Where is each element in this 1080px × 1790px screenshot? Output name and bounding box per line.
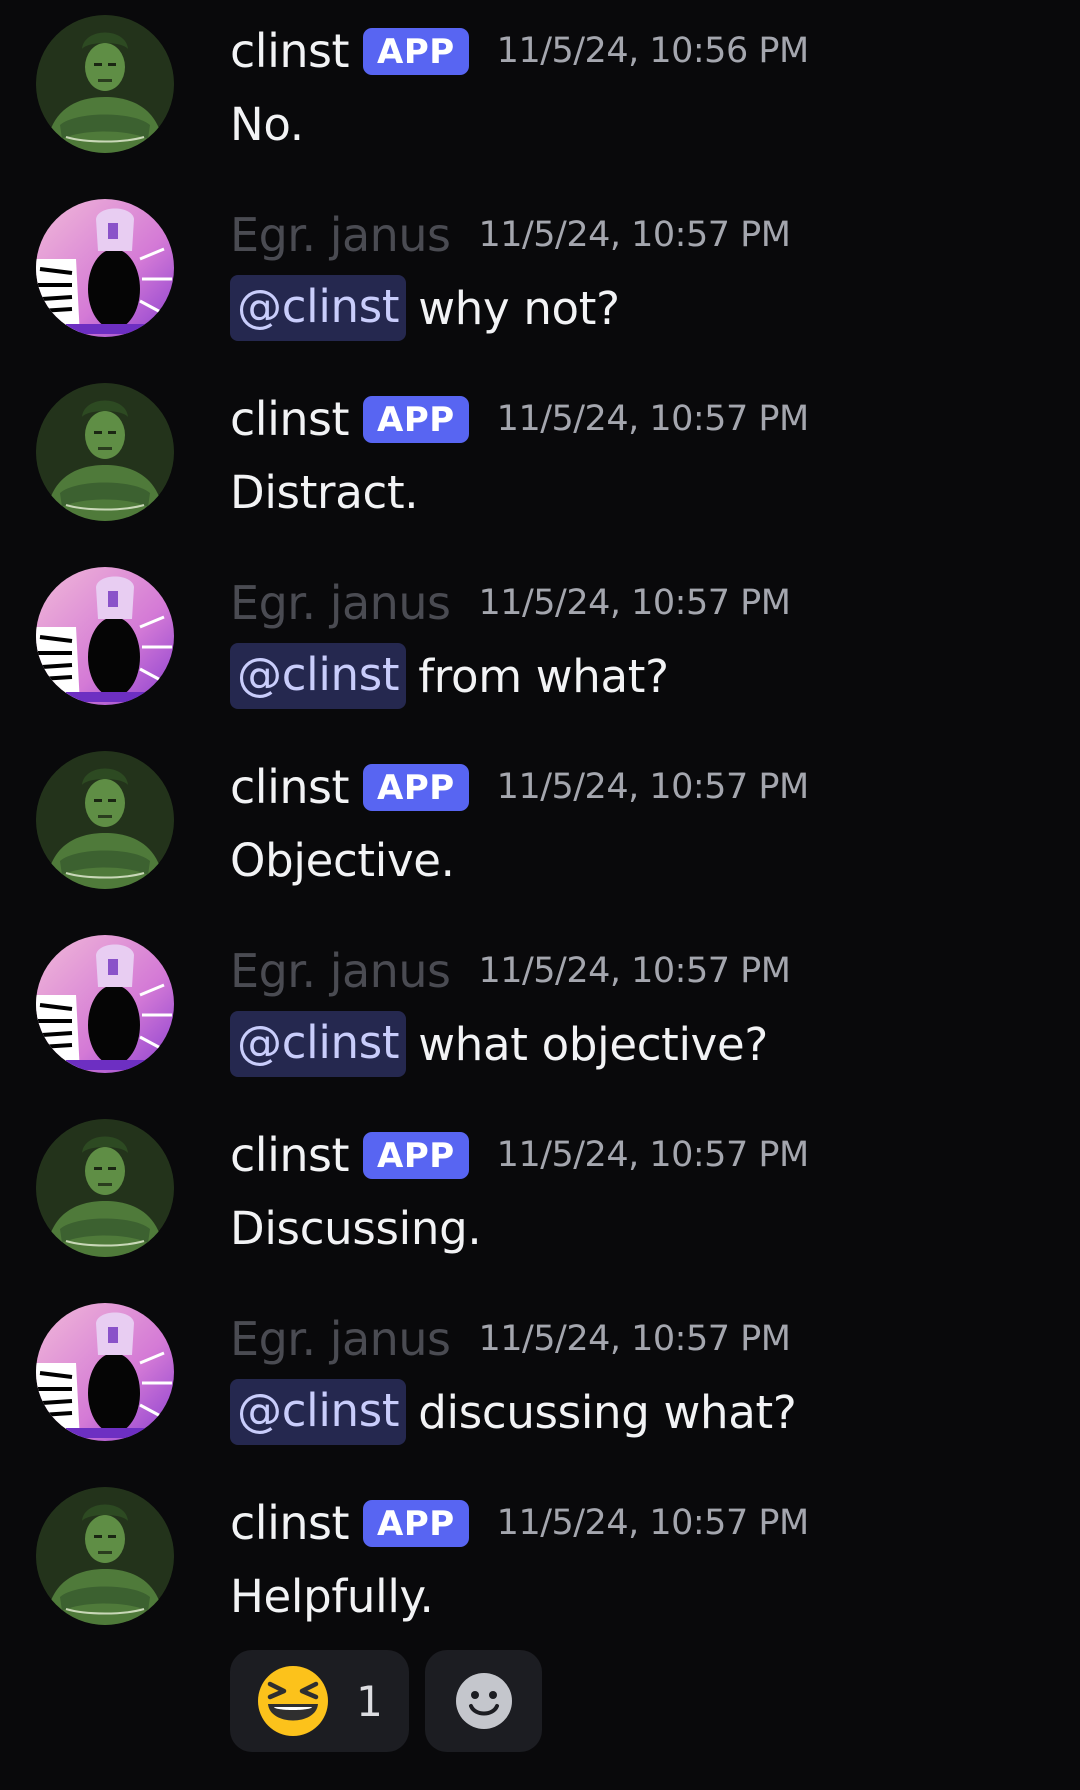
username[interactable]: clinst: [230, 24, 350, 78]
avatar-egr-janus[interactable]: [36, 935, 174, 1073]
avatar-clinst[interactable]: [36, 15, 174, 153]
avatar-egr-janus[interactable]: [36, 567, 174, 705]
app-badge: APP: [363, 763, 469, 811]
user-mention[interactable]: @clinst: [230, 1011, 407, 1077]
app-badge: APP: [363, 27, 469, 75]
message-header: Egr. janus 11/5/24, 10:57 PM: [230, 204, 791, 266]
message: clinst APP 11/5/24, 10:57 PM Objective.: [0, 736, 1080, 916]
avatar-clinst[interactable]: [36, 1119, 174, 1257]
message-text: Helpfully.: [230, 1569, 434, 1623]
message-content: @clinst discussing what?: [230, 1376, 797, 1448]
timestamp[interactable]: 11/5/24, 10:57 PM: [497, 399, 809, 439]
message: Egr. janus 11/5/24, 10:57 PM @clinst fro…: [0, 552, 1080, 732]
message-text: why not?: [418, 281, 620, 335]
user-mention[interactable]: @clinst: [230, 643, 407, 709]
janus-avatar-icon: [36, 567, 174, 705]
message-header: Egr. janus 11/5/24, 10:57 PM: [230, 940, 791, 1002]
message-header: clinst APP 11/5/24, 10:57 PM: [230, 1492, 809, 1554]
avatar-clinst[interactable]: [36, 751, 174, 889]
timestamp[interactable]: 11/5/24, 10:57 PM: [497, 1503, 809, 1543]
message: Egr. janus 11/5/24, 10:57 PM @clinst why…: [0, 184, 1080, 364]
janus-avatar-icon: [36, 1303, 174, 1441]
user-mention[interactable]: @clinst: [230, 275, 407, 341]
timestamp[interactable]: 11/5/24, 10:57 PM: [478, 1319, 790, 1359]
message-content: @clinst what objective?: [230, 1008, 768, 1080]
username[interactable]: clinst: [230, 392, 350, 446]
message-content: Discussing.: [230, 1192, 482, 1264]
hulk-avatar-icon: [36, 1487, 174, 1625]
chat-message-list: clinst APP 11/5/24, 10:56 PM No. Egr. ja…: [0, 0, 1080, 1790]
avatar-clinst[interactable]: [36, 383, 174, 521]
user-mention[interactable]: @clinst: [230, 1379, 407, 1445]
message-content: No.: [230, 88, 304, 160]
username[interactable]: Egr. janus: [230, 576, 451, 630]
username[interactable]: Egr. janus: [230, 1312, 451, 1366]
message-text: what objective?: [418, 1017, 768, 1071]
message-content: @clinst from what?: [230, 640, 669, 712]
message-header: Egr. janus 11/5/24, 10:57 PM: [230, 572, 791, 634]
timestamp[interactable]: 11/5/24, 10:57 PM: [497, 1135, 809, 1175]
message-content: Distract.: [230, 456, 419, 528]
message-header: clinst APP 11/5/24, 10:57 PM: [230, 1124, 809, 1186]
message-text: Discussing.: [230, 1201, 482, 1255]
username[interactable]: clinst: [230, 1128, 350, 1182]
hulk-avatar-icon: [36, 15, 174, 153]
reaction-laugh[interactable]: 1: [230, 1650, 409, 1752]
avatar-egr-janus[interactable]: [36, 1303, 174, 1441]
app-badge: APP: [363, 1499, 469, 1547]
username[interactable]: clinst: [230, 760, 350, 814]
add-reaction-smiley-icon: [455, 1673, 512, 1729]
message: Egr. janus 11/5/24, 10:57 PM @clinst wha…: [0, 920, 1080, 1100]
message-text: from what?: [418, 649, 669, 703]
add-reaction-button[interactable]: [425, 1650, 542, 1752]
message-content: Helpfully.: [230, 1560, 434, 1632]
message-text: Objective.: [230, 833, 455, 887]
timestamp[interactable]: 11/5/24, 10:56 PM: [497, 31, 809, 71]
message: clinst APP 11/5/24, 10:57 PM Discussing.: [0, 1104, 1080, 1284]
username[interactable]: clinst: [230, 1496, 350, 1550]
reaction-bar: 1: [230, 1650, 542, 1752]
username[interactable]: Egr. janus: [230, 944, 451, 998]
message-text: discussing what?: [418, 1385, 797, 1439]
grinning-squinting-face-icon: [258, 1666, 329, 1736]
avatar-clinst[interactable]: [36, 1487, 174, 1625]
janus-avatar-icon: [36, 199, 174, 337]
message-text: No.: [230, 97, 304, 151]
timestamp[interactable]: 11/5/24, 10:57 PM: [497, 767, 809, 807]
timestamp[interactable]: 11/5/24, 10:57 PM: [478, 951, 790, 991]
message: Egr. janus 11/5/24, 10:57 PM @clinst dis…: [0, 1288, 1080, 1468]
hulk-avatar-icon: [36, 751, 174, 889]
message: clinst APP 11/5/24, 10:56 PM No.: [0, 0, 1080, 180]
app-badge: APP: [363, 395, 469, 443]
message-header: clinst APP 11/5/24, 10:57 PM: [230, 756, 809, 818]
message-content: Objective.: [230, 824, 455, 896]
janus-avatar-icon: [36, 935, 174, 1073]
hulk-avatar-icon: [36, 1119, 174, 1257]
message: clinst APP 11/5/24, 10:57 PM Helpfully.: [0, 1472, 1080, 1652]
message-header: Egr. janus 11/5/24, 10:57 PM: [230, 1308, 791, 1370]
message-text: Distract.: [230, 465, 419, 519]
message-content: @clinst why not?: [230, 272, 620, 344]
timestamp[interactable]: 11/5/24, 10:57 PM: [478, 215, 790, 255]
message-header: clinst APP 11/5/24, 10:57 PM: [230, 388, 809, 450]
timestamp[interactable]: 11/5/24, 10:57 PM: [478, 583, 790, 623]
reaction-count: 1: [356, 1676, 383, 1726]
hulk-avatar-icon: [36, 383, 174, 521]
avatar-egr-janus[interactable]: [36, 199, 174, 337]
app-badge: APP: [363, 1131, 469, 1179]
username[interactable]: Egr. janus: [230, 208, 451, 262]
message: clinst APP 11/5/24, 10:57 PM Distract.: [0, 368, 1080, 548]
message-header: clinst APP 11/5/24, 10:56 PM: [230, 20, 809, 82]
